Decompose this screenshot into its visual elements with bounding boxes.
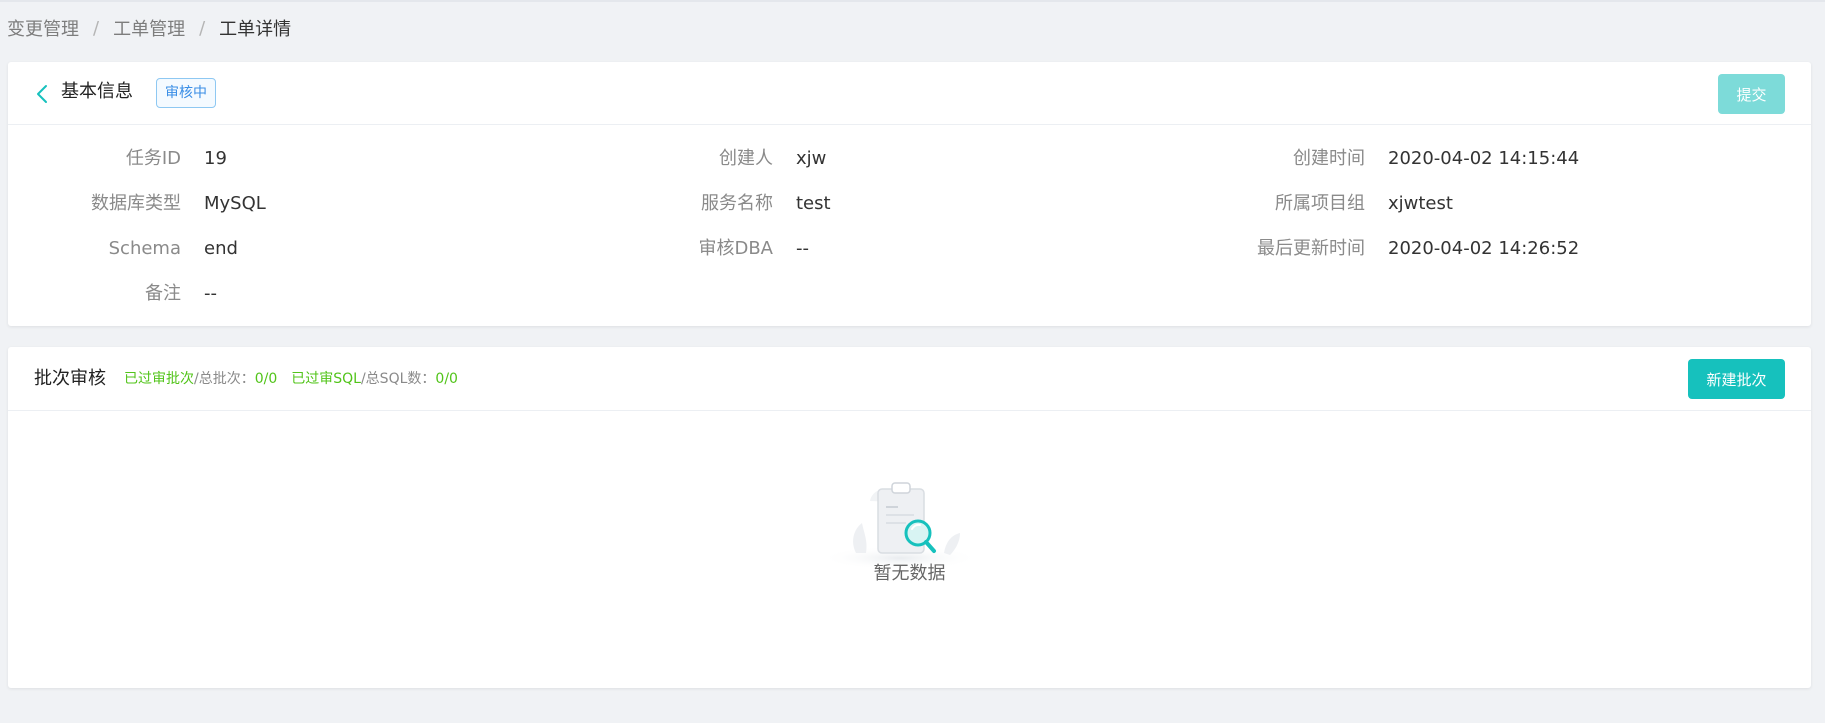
batch-review-card: 批次审核 已过审批次 /总批次： 0/0 已过审SQL /总SQL数： 0/0 … (8, 347, 1811, 688)
basic-info-title: 基本信息 (61, 81, 133, 102)
field-value-service-name: test (796, 193, 831, 214)
empty-state: 暂无数据 (8, 411, 1811, 688)
field-value-task-id: 19 (204, 148, 227, 169)
field-label-creator: 创建人 (719, 148, 773, 169)
basic-info-header: 基本信息 审核中 提交 (8, 62, 1811, 125)
breadcrumb-separator: / (93, 17, 100, 39)
breadcrumb-item-current: 工单详情 (219, 19, 292, 40)
field-label-project-group: 所属项目组 (1275, 193, 1365, 214)
batch-stats: 已过审批次 /总批次： 0/0 已过审SQL /总SQL数： 0/0 (124, 370, 458, 388)
passed-batches-label: 已过审批次 (124, 371, 194, 387)
sql-count: 0/0 (435, 371, 458, 387)
chevron-left-icon (37, 85, 47, 103)
field-label-created-time: 创建时间 (1293, 148, 1365, 169)
empty-clipboard-search-icon (820, 482, 980, 570)
breadcrumb-item-2[interactable]: 工单管理 (113, 15, 185, 41)
field-label-remark: 备注 (145, 283, 181, 304)
field-label-service-name: 服务名称 (701, 193, 773, 214)
batch-review-title: 批次审核 (34, 368, 106, 389)
total-batches-label: /总批次： (194, 371, 255, 387)
status-badge: 审核中 (156, 78, 216, 108)
field-value-remark: -- (204, 283, 217, 304)
back-button[interactable] (32, 82, 52, 106)
field-label-db-type: 数据库类型 (91, 193, 181, 214)
field-value-reviewer-dba: -- (796, 238, 809, 259)
batch-review-header: 批次审核 已过审批次 /总批次： 0/0 已过审SQL /总SQL数： 0/0 … (8, 347, 1811, 411)
batches-count: 0/0 (254, 371, 278, 387)
breadcrumb: 变更管理 / 工单管理 / 工单详情 (7, 15, 292, 41)
breadcrumb-item-1[interactable]: 变更管理 (7, 15, 79, 41)
top-divider (0, 0, 1825, 2)
basic-info-card: 基本信息 审核中 提交 任务ID 19 创建人 xjw 创建时间 2020-04… (8, 62, 1811, 326)
field-value-updated-time: 2020-04-02 14:26:52 (1388, 238, 1580, 259)
field-label-task-id: 任务ID (125, 148, 181, 169)
field-value-created-time: 2020-04-02 14:15:44 (1388, 148, 1580, 169)
new-batch-button[interactable]: 新建批次 (1688, 359, 1785, 399)
field-value-schema: end (204, 238, 238, 259)
field-value-db-type: MySQL (204, 193, 266, 214)
field-label-reviewer-dba: 审核DBA (698, 238, 773, 259)
field-value-creator: xjw (796, 148, 827, 169)
total-sql-label: /总SQL数： (360, 371, 436, 387)
empty-text: 暂无数据 (873, 563, 946, 584)
field-value-project-group: xjwtest (1388, 193, 1453, 214)
passed-sql-label: 已过审SQL (291, 371, 361, 387)
field-label-updated-time: 最后更新时间 (1257, 238, 1365, 259)
field-label-schema: Schema (108, 238, 181, 259)
submit-button[interactable]: 提交 (1718, 74, 1785, 114)
breadcrumb-separator: / (199, 17, 206, 39)
